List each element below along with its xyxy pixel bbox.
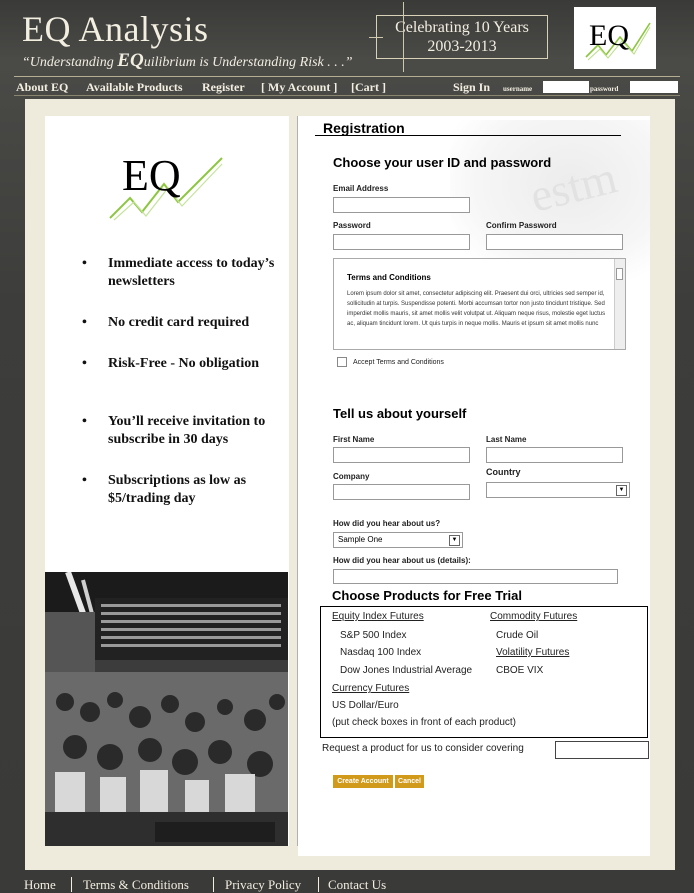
trading-floor-photo	[45, 572, 288, 846]
accept-terms-checkbox[interactable]	[337, 357, 347, 367]
chevron-down-icon: ▼	[449, 535, 460, 546]
commodity-link[interactable]: Commodity Futures	[490, 611, 577, 622]
eq-logo-large-icon: EQ	[109, 151, 223, 221]
confirm-password-field[interactable]	[486, 234, 623, 250]
first-name-label: First Name	[333, 435, 375, 444]
last-name-label: Last Name	[486, 435, 527, 444]
footer-divider	[213, 877, 214, 892]
section-heading-products: Choose Products for Free Trial	[332, 588, 522, 603]
request-product-label: Request a product for us to consider cov…	[322, 743, 524, 754]
hear-about-select[interactable]: Sample One ▼	[333, 532, 463, 548]
nav-rule	[14, 95, 680, 96]
benefit-text: Risk-Free - No obligation	[108, 356, 260, 371]
tagline-start: “Understanding	[22, 55, 118, 70]
terms-scrollbar[interactable]	[614, 259, 625, 349]
header-logo[interactable]: EQ	[574, 7, 656, 69]
confirm-password-label: Confirm Password	[486, 221, 557, 230]
section-heading-credentials: Choose your user ID and password	[333, 155, 552, 170]
product-item: Crude Oil	[496, 630, 539, 641]
title-rule	[315, 135, 621, 136]
password-field[interactable]	[333, 234, 470, 250]
sign-in-link[interactable]: Sign In	[453, 80, 490, 95]
last-name-field[interactable]	[486, 447, 623, 463]
products-note: (put check boxes in front of each produc…	[332, 717, 516, 728]
accept-terms-label: Accept Terms and Conditions	[353, 359, 444, 366]
username-label: username	[503, 85, 533, 93]
logo-letters: EQ	[589, 19, 629, 52]
hear-about-value: Sample One	[338, 535, 383, 544]
benefit-text: No credit card required	[108, 315, 250, 330]
country-label: Country	[486, 467, 521, 477]
nav-register[interactable]: Register	[202, 80, 245, 95]
hear-details-field[interactable]	[333, 569, 618, 584]
password-input[interactable]	[630, 81, 678, 93]
company-field[interactable]	[333, 484, 470, 500]
terms-box[interactable]: Terms and Conditions Lorem ipsum dolor s…	[333, 258, 626, 350]
section-heading-about: Tell us about yourself	[333, 406, 467, 421]
email-field[interactable]	[333, 197, 470, 213]
watermark-image: estm	[450, 120, 650, 280]
country-select[interactable]: ▼	[486, 482, 630, 498]
hear-about-label: How did you hear about us?	[333, 519, 441, 528]
logo-large-letters: EQ	[122, 151, 181, 200]
nav-cart[interactable]: [Cart ]	[351, 80, 386, 95]
footer-privacy-link[interactable]: Privacy Policy	[225, 877, 301, 893]
nav-about[interactable]: About EQ	[16, 80, 68, 95]
brand-title: EQ Analysis	[22, 9, 209, 49]
username-input[interactable]	[543, 81, 589, 93]
footer: Home Terms & Conditions Privacy Policy C…	[0, 872, 694, 892]
footer-contact-link[interactable]: Contact Us	[328, 877, 386, 893]
product-item: Nasdaq 100 Index	[340, 647, 422, 658]
benefit-text: You’ll receive invitation to subscribe i…	[108, 414, 266, 447]
footer-divider	[318, 877, 319, 892]
chevron-down-icon: ▼	[616, 485, 627, 496]
badge-tick	[369, 37, 383, 38]
volatility-link[interactable]: Volatility Futures	[496, 647, 569, 658]
product-item: US Dollar/Euro	[332, 700, 399, 711]
email-label: Email Address	[333, 184, 389, 193]
create-account-button[interactable]: Create Account	[333, 775, 393, 788]
header-rule	[14, 76, 680, 77]
request-product-field[interactable]	[555, 741, 649, 759]
equity-index-link[interactable]: Equity Index Futures	[332, 611, 424, 622]
terms-title: Terms and Conditions	[347, 273, 431, 282]
scroll-thumb[interactable]	[616, 268, 623, 280]
password-label: Password	[333, 221, 371, 230]
footer-divider	[71, 877, 72, 892]
product-item: CBOE VIX	[496, 665, 544, 676]
cancel-button[interactable]: Cancel	[395, 775, 424, 788]
tagline: “Understanding EQuilibrium is Understand…	[22, 50, 353, 72]
nav-my-account[interactable]: [ My Account ]	[261, 80, 337, 95]
footer-home-link[interactable]: Home	[24, 877, 56, 893]
product-item: S&P 500 Index	[340, 630, 407, 641]
tagline-end: uilibrium is Understanding Risk . . .”	[143, 55, 353, 70]
company-label: Company	[333, 472, 370, 481]
tagline-eq: EQ	[117, 50, 144, 71]
product-item: Dow Jones Industrial Average	[340, 665, 473, 676]
first-name-field[interactable]	[333, 447, 470, 463]
terms-text: Lorem ipsum dolor sit amet, consectetur …	[347, 291, 606, 327]
eq-logo-icon: EQ	[585, 19, 651, 61]
currency-link[interactable]: Currency Futures	[332, 683, 409, 694]
password-label: password	[590, 85, 619, 93]
badge-line	[403, 2, 404, 72]
nav-products[interactable]: Available Products	[86, 80, 183, 95]
footer-terms-link[interactable]: Terms & Conditions	[83, 877, 189, 893]
hear-details-label: How did you hear about us (details):	[333, 556, 471, 565]
benefit-text: Subscriptions as low as $5/trading day	[108, 473, 247, 506]
registration-title: Registration	[323, 120, 405, 136]
anniversary-badge: Celebrating 10 Years 2003-2013	[369, 2, 548, 72]
benefit-text: Immediate access to today’s newsletters	[108, 256, 275, 289]
